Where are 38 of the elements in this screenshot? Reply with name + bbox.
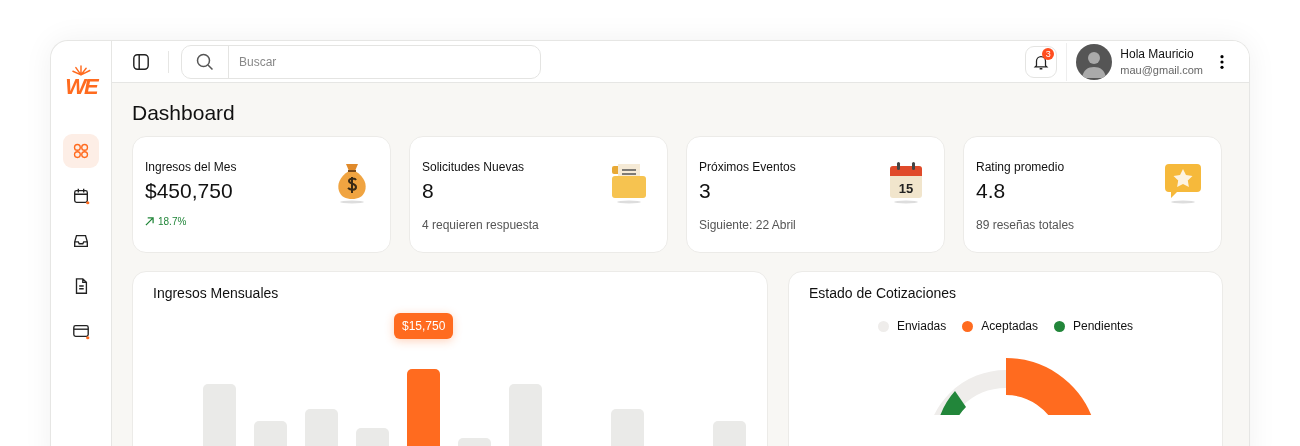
chart-title: Estado de Cotizaciones [809, 285, 958, 301]
stat-label: Solicitudes Nuevas [422, 160, 526, 174]
bar-tooltip: $15,750 [394, 313, 454, 339]
sidebar-toggle-icon[interactable] [132, 52, 150, 71]
stat-label: Próximos Eventos [699, 160, 796, 174]
stat-note: Siguiente: 22 Abril [699, 218, 796, 232]
trend-value: 18.7% [145, 216, 237, 227]
calendar-icon [72, 187, 90, 205]
inbox-icon [72, 232, 90, 250]
sparks-icon [70, 65, 92, 76]
stat-note: 4 requieren respuesta [422, 218, 539, 232]
user-email: mau@gmail.com [1120, 64, 1203, 76]
credit-card-icon [72, 322, 90, 340]
grid-icon [72, 142, 90, 160]
notification-badge: 3 [1042, 47, 1055, 60]
notifications-button[interactable]: 3 [1025, 45, 1058, 78]
search-icon [195, 51, 215, 72]
stat-value: 4.8 [976, 179, 1007, 203]
stat-value: 3 [699, 179, 712, 203]
stat-label: Ingresos del Mes [145, 160, 237, 174]
stat-note: 89 reseñas totales [976, 218, 1075, 232]
stat-value: 8 [422, 179, 435, 203]
nav-dashboard-button[interactable] [63, 134, 99, 168]
search-field[interactable]: Buscar [181, 44, 541, 79]
legend-label: Aceptadas [981, 319, 1038, 333]
avatar [1076, 43, 1113, 80]
stat-value: $450,750 [145, 179, 234, 203]
calendar-day: 15 [898, 181, 914, 196]
stat-label: Rating promedio [976, 160, 1066, 174]
user-greeting: Hola Mauricio [1120, 47, 1195, 61]
logo: WE [65, 65, 97, 98]
chart-title: Ingresos Mensuales [153, 285, 280, 301]
legend-label: Pendientes [1073, 319, 1134, 333]
legend-label: Enviadas [896, 319, 947, 333]
trend-up-icon [145, 217, 154, 226]
search-input[interactable]: Buscar [228, 45, 540, 78]
more-options-icon[interactable] [1219, 53, 1225, 70]
page-title: Dashboard [132, 100, 236, 126]
